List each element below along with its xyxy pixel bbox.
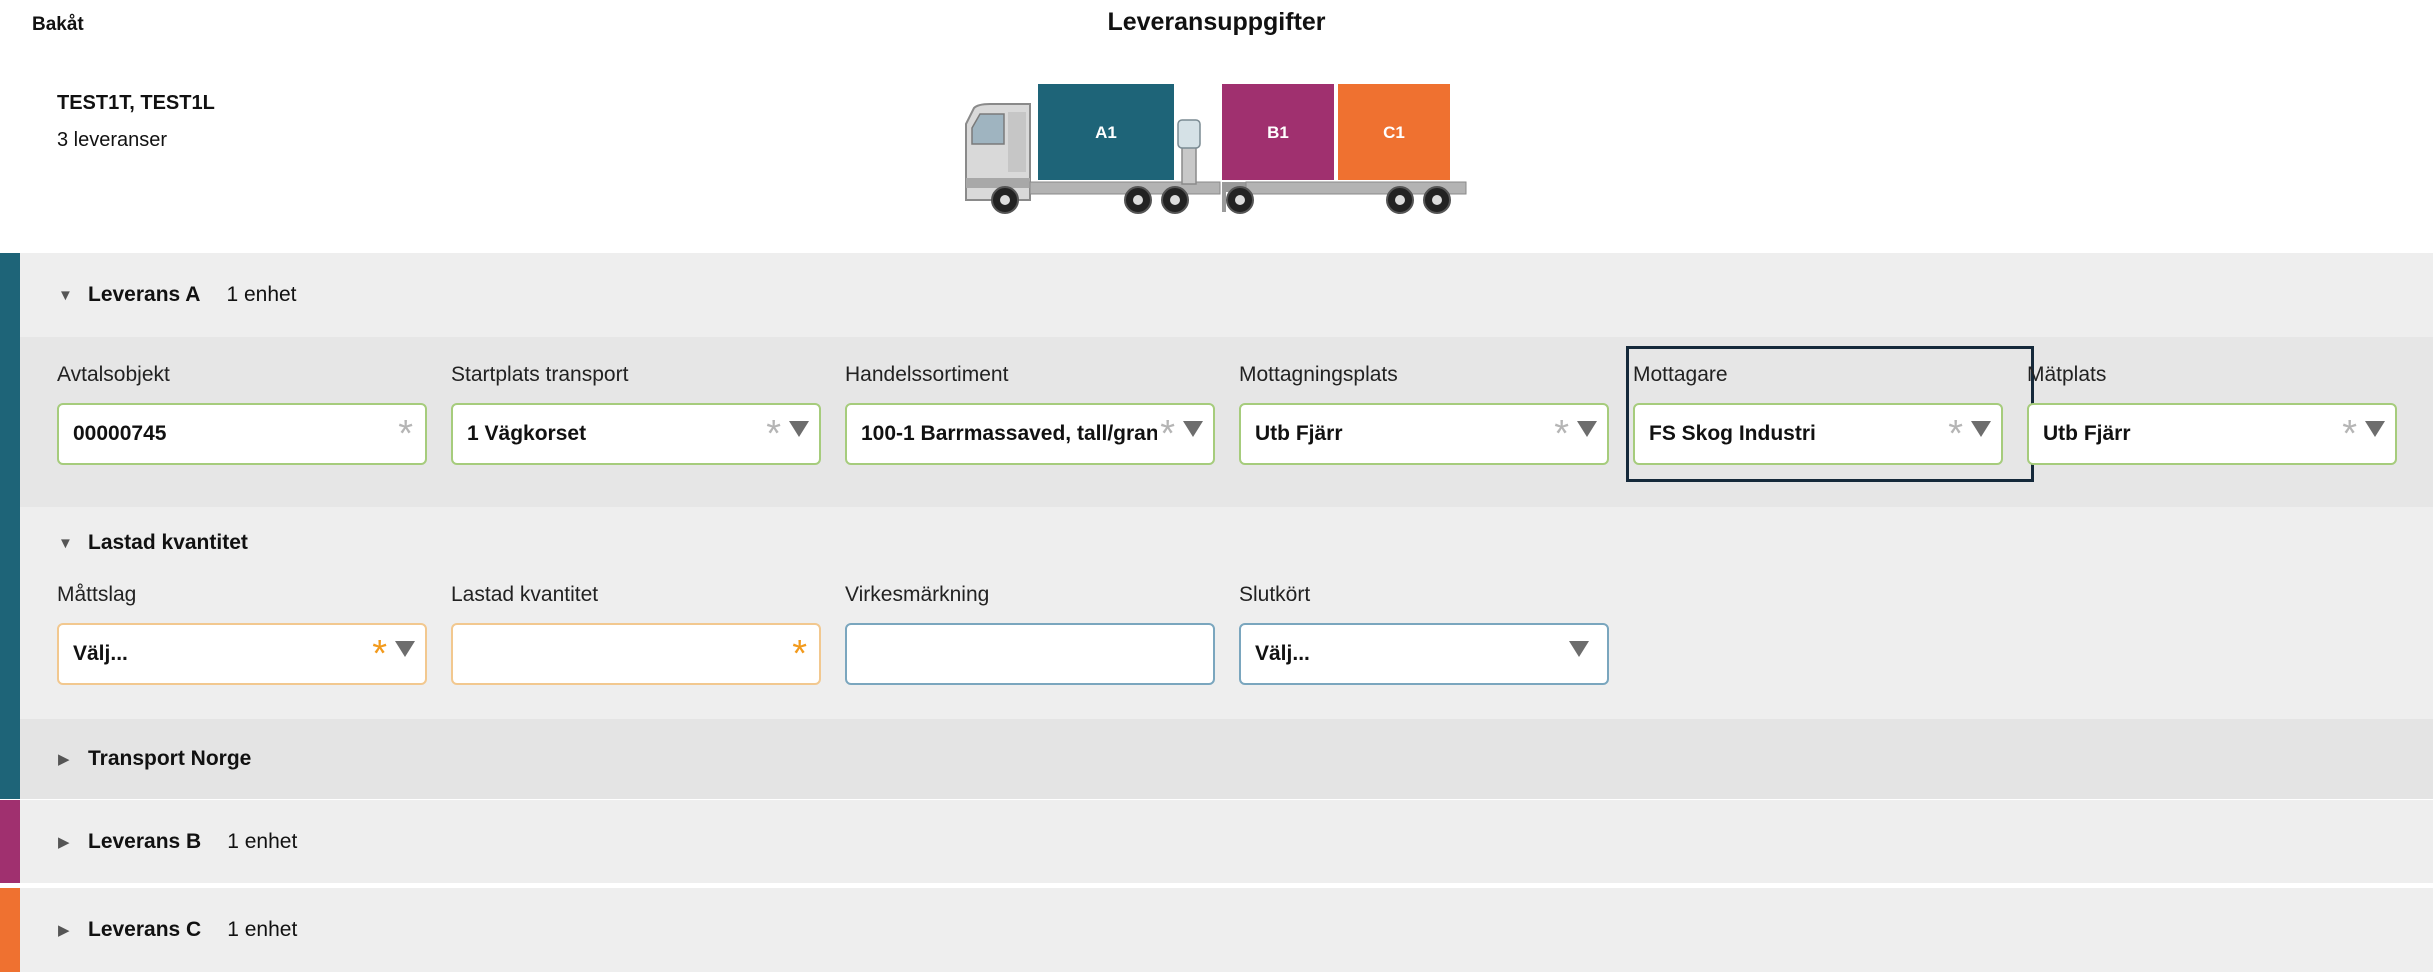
mottagningsplats-select[interactable]: Utb Fjärr * bbox=[1239, 403, 1609, 465]
virkesmarkning-text[interactable] bbox=[861, 642, 1213, 666]
chevron-down-icon[interactable] bbox=[2365, 421, 2385, 437]
field-startplats-transport: Startplats transport 1 Vägkorset * bbox=[451, 363, 821, 473]
field-matplats: Mätplats Utb Fjärr * bbox=[2027, 363, 2397, 473]
field-value: Välj... bbox=[1255, 642, 1310, 665]
required-icon: * bbox=[792, 633, 807, 675]
chevron-down-icon[interactable] bbox=[395, 641, 415, 657]
field-mattslag: Måttslag Välj... * bbox=[57, 583, 427, 693]
truck-cab-icon bbox=[965, 103, 1031, 201]
leverans-c-count: 1 enhet bbox=[227, 918, 298, 941]
field-value: 00000745 bbox=[73, 422, 167, 445]
crane-icon bbox=[1177, 119, 1201, 185]
field-label: Startplats transport bbox=[451, 363, 629, 386]
field-slutkort: Slutkört Välj... bbox=[1239, 583, 1609, 693]
leverans-c-title: Leverans C bbox=[88, 918, 202, 941]
field-label: Mottagare bbox=[1633, 363, 1728, 386]
chevron-down-icon[interactable] bbox=[1577, 421, 1597, 437]
leverans-a-header[interactable]: ▼ Leverans A 1 enhet bbox=[20, 253, 2433, 337]
field-value: 100-1 Barrmassaved, tall/gran bbox=[861, 422, 1157, 445]
mottagare-select[interactable]: FS Skog Industri * bbox=[1633, 403, 2003, 465]
vehicle-id: TEST1T, TEST1L bbox=[57, 92, 215, 114]
leverans-b-title: Leverans B bbox=[88, 829, 202, 853]
matplats-select[interactable]: Utb Fjärr * bbox=[2027, 403, 2397, 465]
field-avtalsobjekt: Avtalsobjekt 00000745 * bbox=[57, 363, 427, 473]
required-icon: * bbox=[1160, 413, 1175, 455]
field-label: Slutkört bbox=[1239, 583, 1311, 606]
avtalsobjekt-input[interactable]: 00000745 * bbox=[57, 403, 427, 465]
field-label: Mätplats bbox=[2027, 363, 2107, 386]
field-value: Utb Fjärr bbox=[2043, 422, 2131, 445]
field-lastad-kvantitet: Lastad kvantitet * bbox=[451, 583, 821, 693]
leverans-a-title: Leverans A bbox=[88, 283, 201, 306]
leverans-a-stripe bbox=[0, 253, 20, 799]
field-label: Måttslag bbox=[57, 583, 137, 606]
leverans-b-section: ▶ Leverans B 1 enhet bbox=[0, 800, 2433, 883]
caret-down-icon: ▼ bbox=[58, 286, 73, 304]
caret-right-icon: ▶ bbox=[58, 751, 70, 768]
delivery-count: 3 leveranser bbox=[57, 129, 168, 151]
leverans-a-count: 1 enhet bbox=[226, 283, 297, 306]
startplats-transport-select[interactable]: 1 Vägkorset * bbox=[451, 403, 821, 465]
truck-illustration: A1 B1 C1 bbox=[965, 84, 1467, 214]
chevron-down-icon[interactable] bbox=[789, 421, 809, 437]
vehicle-info: TEST1T, TEST1L 3 leveranser bbox=[57, 92, 215, 152]
container-a1: A1 bbox=[1038, 84, 1174, 180]
field-value: FS Skog Industri bbox=[1649, 422, 1816, 445]
chevron-down-icon[interactable] bbox=[1971, 421, 1991, 437]
field-value: 1 Vägkorset bbox=[467, 422, 587, 445]
field-value: Utb Fjärr bbox=[1255, 422, 1343, 445]
required-icon: * bbox=[398, 413, 413, 455]
virkesmarkning-input[interactable] bbox=[845, 623, 1215, 685]
lastad-kvantitet-section: ▼ Lastad kvantitet Måttslag Välj... * La… bbox=[20, 507, 2433, 719]
leverans-a-section: ▼ Leverans A 1 enhet Avtalsobjekt 000007… bbox=[0, 253, 2433, 799]
leverans-a-fields: Avtalsobjekt 00000745 * Startplats trans… bbox=[20, 337, 2433, 507]
leverans-c-stripe bbox=[0, 888, 20, 972]
required-icon: * bbox=[766, 413, 781, 455]
transport-norge-title: Transport Norge bbox=[88, 747, 252, 770]
container-c1-label: C1 bbox=[1383, 123, 1405, 142]
caret-right-icon: ▶ bbox=[58, 833, 70, 851]
container-c1: C1 bbox=[1338, 84, 1450, 180]
mattslag-select[interactable]: Välj... * bbox=[57, 623, 427, 685]
lastad-kvantitet-text[interactable] bbox=[467, 642, 819, 666]
field-mottagningsplats: Mottagningsplats Utb Fjärr * bbox=[1239, 363, 1609, 473]
container-a1-label: A1 bbox=[1095, 123, 1117, 142]
lastad-kvantitet-header[interactable]: ▼ Lastad kvantitet bbox=[58, 531, 248, 555]
leverans-c-header[interactable]: ▶ Leverans C 1 enhet bbox=[20, 888, 2433, 972]
field-label: Avtalsobjekt bbox=[57, 363, 170, 386]
leverans-c-section: ▶ Leverans C 1 enhet bbox=[0, 888, 2433, 972]
lastad-kvantitet-title: Lastad kvantitet bbox=[88, 531, 248, 554]
required-icon: * bbox=[2342, 413, 2357, 455]
leverans-b-header[interactable]: ▶ Leverans B 1 enhet bbox=[20, 800, 2433, 883]
leverans-b-count: 1 enhet bbox=[227, 829, 298, 853]
field-label: Mottagningsplats bbox=[1239, 363, 1398, 386]
page-title: Leveransuppgifter bbox=[1107, 8, 1326, 36]
lastad-kvantitet-input[interactable]: * bbox=[451, 623, 821, 685]
caret-right-icon: ▶ bbox=[58, 922, 70, 939]
field-value: Välj... bbox=[73, 642, 128, 665]
field-label: Lastad kvantitet bbox=[451, 583, 599, 606]
required-icon: * bbox=[372, 633, 387, 675]
slutkort-select[interactable]: Välj... bbox=[1239, 623, 1609, 685]
field-handelssortiment: Handelssortiment 100-1 Barrmassaved, tal… bbox=[845, 363, 1215, 473]
field-label: Handelssortiment bbox=[845, 363, 1009, 386]
required-icon: * bbox=[1554, 413, 1569, 455]
container-b1: B1 bbox=[1222, 84, 1334, 180]
field-virkesmarkning: Virkesmärkning bbox=[845, 583, 1215, 693]
container-b1-label: B1 bbox=[1267, 123, 1289, 142]
field-mottagare: Mottagare FS Skog Industri * bbox=[1633, 363, 2003, 473]
required-icon: * bbox=[1948, 413, 1963, 455]
field-label: Virkesmärkning bbox=[845, 583, 990, 606]
chevron-down-icon[interactable] bbox=[1183, 421, 1203, 437]
caret-down-icon: ▼ bbox=[58, 534, 73, 552]
handelssortiment-select[interactable]: 100-1 Barrmassaved, tall/gran * bbox=[845, 403, 1215, 465]
transport-norge-header[interactable]: ▶ Transport Norge bbox=[20, 719, 2433, 799]
chevron-down-icon[interactable] bbox=[1569, 641, 1589, 657]
leverans-b-stripe bbox=[0, 800, 20, 883]
